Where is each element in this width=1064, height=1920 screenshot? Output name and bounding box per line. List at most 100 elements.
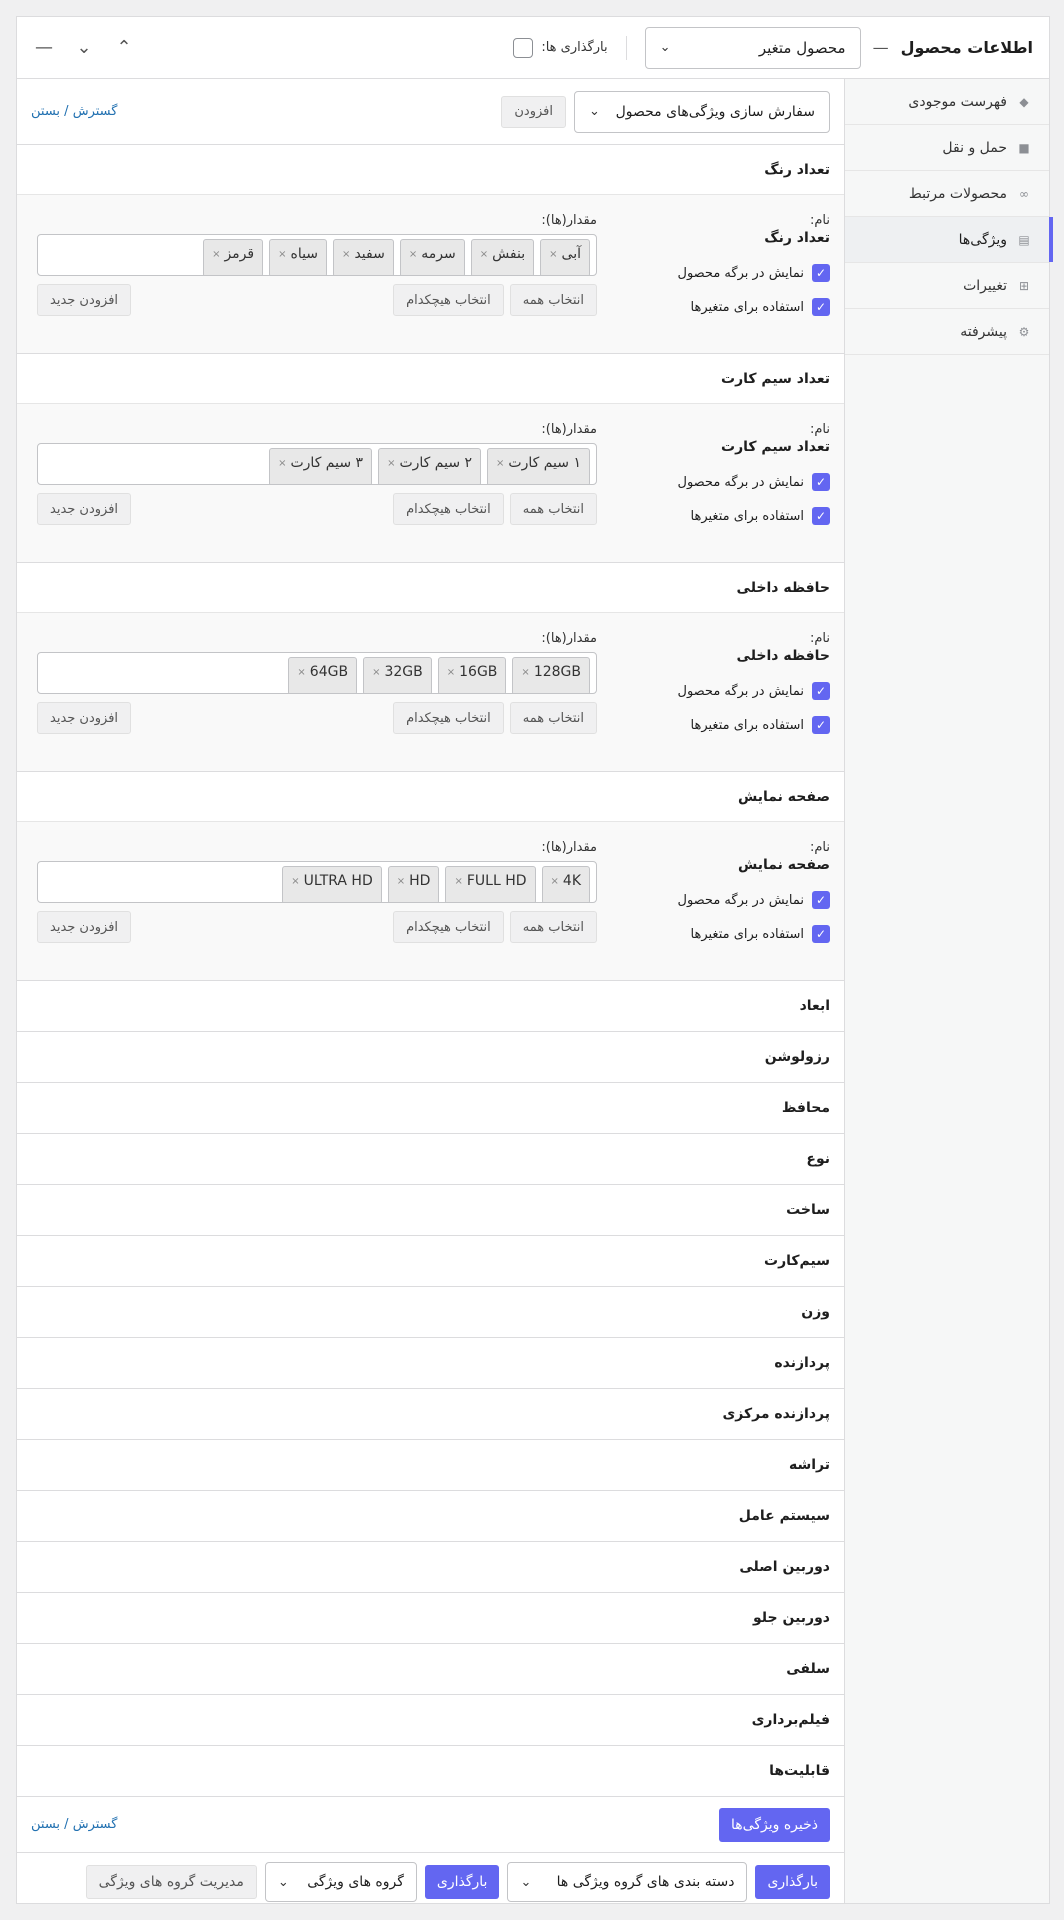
select-none-button[interactable]: انتخاب هیچکدام: [393, 284, 504, 316]
attribute-row-collapsed[interactable]: دوربین جلو: [17, 1593, 844, 1644]
remove-value-icon[interactable]: ×: [409, 249, 417, 260]
attribute-row-collapsed[interactable]: وزن: [17, 1287, 844, 1338]
remove-value-icon[interactable]: ×: [480, 249, 488, 260]
attribute-row-collapsed[interactable]: سیستم عامل: [17, 1491, 844, 1542]
used-for-variations-option[interactable]: ✓ استفاده برای متغیرها: [660, 716, 830, 734]
expand-all-link[interactable]: گسترش: [73, 1817, 118, 1832]
visible-checkbox[interactable]: ✓: [812, 682, 830, 700]
add-new-value-button[interactable]: افزودن جدید: [37, 493, 132, 525]
visible-on-page-option[interactable]: ✓ نمایش در برگه محصول: [660, 682, 830, 700]
value-token[interactable]: HD ×: [387, 866, 440, 902]
values-input[interactable]: ۱ سیم کارت × ۲ سیم کارت × ۳ سیم کارت ×: [37, 443, 597, 485]
attribute-header[interactable]: تعداد رنگ: [17, 145, 844, 195]
attribute-group-select[interactable]: گروه های ویژگی ⌄: [264, 1862, 417, 1902]
value-token[interactable]: 64GB ×: [288, 657, 358, 693]
remove-value-icon[interactable]: ×: [278, 458, 286, 469]
value-token[interactable]: ۱ سیم کارت ×: [487, 448, 590, 484]
used-for-variations-option[interactable]: ✓ استفاده برای متغیرها: [660, 925, 830, 943]
visible-checkbox[interactable]: ✓: [812, 264, 830, 282]
attribute-header[interactable]: حافظه داخلی: [17, 563, 844, 613]
load-category-button[interactable]: بارگذاری: [755, 1865, 830, 1899]
load-group-button[interactable]: بارگذاری: [424, 1865, 500, 1899]
add-new-value-button[interactable]: افزودن جدید: [37, 702, 132, 734]
attribute-row-collapsed[interactable]: دوربین اصلی: [17, 1542, 844, 1593]
manage-groups-button[interactable]: مدیریت گروه های ویژگی: [85, 1865, 257, 1899]
remove-value-icon[interactable]: ×: [212, 249, 220, 260]
select-all-button[interactable]: انتخاب همه: [509, 284, 597, 316]
tab-inventory[interactable]: ◆ فهرست موجودی: [845, 79, 1049, 125]
visible-checkbox[interactable]: ✓: [812, 473, 830, 491]
visible-checkbox[interactable]: ✓: [812, 891, 830, 909]
attribute-row-collapsed[interactable]: پردازنده مرکزی: [17, 1389, 844, 1440]
add-attribute-button[interactable]: افزودن: [501, 95, 566, 128]
value-token[interactable]: سیاه ×: [269, 239, 328, 275]
attribute-row-collapsed[interactable]: ابعاد: [17, 981, 844, 1032]
remove-value-icon[interactable]: ×: [521, 667, 529, 678]
attribute-header[interactable]: تعداد سیم کارت: [17, 354, 844, 404]
value-token[interactable]: بنفش ×: [470, 239, 535, 275]
remove-value-icon[interactable]: ×: [372, 667, 380, 678]
close-all-link[interactable]: بستن: [31, 104, 60, 119]
save-attributes-button[interactable]: ذخیره ویژگی‌ها: [719, 1807, 830, 1842]
collapse-panel-icon[interactable]: —: [33, 37, 55, 58]
value-token[interactable]: قرمز ×: [203, 239, 264, 275]
tab-advanced[interactable]: ⚙ پیشرفته: [845, 309, 1049, 355]
attribute-row-collapsed[interactable]: محافظ: [17, 1083, 844, 1134]
attribute-row-collapsed[interactable]: ساخت: [17, 1185, 844, 1236]
used-for-variations-option[interactable]: ✓ استفاده برای متغیرها: [660, 298, 830, 316]
variation-checkbox[interactable]: ✓: [812, 507, 830, 525]
remove-value-icon[interactable]: ×: [278, 249, 286, 260]
value-token[interactable]: 128GB ×: [512, 657, 590, 693]
value-token[interactable]: 4K ×: [541, 866, 590, 902]
select-none-button[interactable]: انتخاب هیچکدام: [393, 702, 504, 734]
value-token[interactable]: 16GB ×: [437, 657, 507, 693]
value-token[interactable]: ULTRA HD ×: [282, 866, 382, 902]
value-token[interactable]: 32GB ×: [363, 657, 432, 693]
attribute-row-collapsed[interactable]: تراشه: [17, 1440, 844, 1491]
group-category-select[interactable]: دسته بندی های گروه ویژگی ها ⌄: [507, 1862, 748, 1902]
values-input[interactable]: 128GB × 16GB × 32GB × 64GB ×: [37, 652, 597, 694]
variation-checkbox[interactable]: ✓: [812, 716, 830, 734]
tab-attributes[interactable]: ▤ ویژگی‌ها: [845, 217, 1053, 263]
used-for-variations-option[interactable]: ✓ استفاده برای متغیرها: [660, 507, 830, 525]
value-token[interactable]: سفید ×: [333, 239, 394, 275]
downloadable-toggle[interactable]: بارگذاری ها:: [513, 37, 608, 58]
attribute-row-collapsed[interactable]: قابلیت‌ها: [17, 1746, 844, 1797]
remove-value-icon[interactable]: ×: [496, 458, 504, 469]
remove-value-icon[interactable]: ×: [297, 667, 305, 678]
remove-value-icon[interactable]: ×: [551, 876, 559, 887]
visible-on-page-option[interactable]: ✓ نمایش در برگه محصول: [660, 473, 830, 491]
attribute-row-collapsed[interactable]: سیم‌کارت: [17, 1236, 844, 1287]
attribute-header[interactable]: صفحه نمایش: [17, 772, 844, 822]
attribute-row-collapsed[interactable]: فیلم‌برداری: [17, 1695, 844, 1746]
variation-checkbox[interactable]: ✓: [812, 925, 830, 943]
select-none-button[interactable]: انتخاب هیچکدام: [393, 911, 504, 943]
remove-value-icon[interactable]: ×: [454, 876, 462, 887]
select-none-button[interactable]: انتخاب هیچکدام: [393, 493, 504, 525]
remove-value-icon[interactable]: ×: [549, 249, 557, 260]
product-type-select[interactable]: محصول متغیر ⌄: [644, 26, 861, 69]
select-all-button[interactable]: انتخاب همه: [509, 702, 597, 734]
values-input[interactable]: آبی × بنفش × سرمه × سفید × سیاه × قرمز ×: [37, 234, 597, 276]
tab-variations[interactable]: ⊞ تغییرات: [845, 263, 1049, 309]
remove-value-icon[interactable]: ×: [447, 667, 455, 678]
remove-value-icon[interactable]: ×: [387, 458, 395, 469]
add-new-value-button[interactable]: افزودن جدید: [37, 284, 132, 316]
value-token[interactable]: آبی ×: [540, 239, 590, 275]
expand-all-link[interactable]: گسترش: [73, 104, 118, 119]
attribute-row-collapsed[interactable]: رزولوشن: [17, 1032, 844, 1083]
value-token[interactable]: ۳ سیم کارت ×: [269, 448, 373, 484]
close-all-link[interactable]: بستن: [31, 1817, 60, 1832]
tab-linked-products[interactable]: ∞ محصولات مرتبط: [845, 171, 1049, 217]
tab-shipping[interactable]: ■ حمل و نقل: [845, 125, 1049, 171]
attribute-row-collapsed[interactable]: نوع: [17, 1134, 844, 1185]
select-all-button[interactable]: انتخاب همه: [509, 493, 597, 525]
select-all-button[interactable]: انتخاب همه: [509, 911, 597, 943]
move-up-icon[interactable]: ⌃: [113, 37, 135, 58]
variation-checkbox[interactable]: ✓: [812, 298, 830, 316]
value-token[interactable]: ۲ سیم کارت ×: [378, 448, 482, 484]
visible-on-page-option[interactable]: ✓ نمایش در برگه محصول: [660, 264, 830, 282]
remove-value-icon[interactable]: ×: [397, 876, 405, 887]
visible-on-page-option[interactable]: ✓ نمایش در برگه محصول: [660, 891, 830, 909]
attribute-row-collapsed[interactable]: پردازنده: [17, 1338, 844, 1389]
